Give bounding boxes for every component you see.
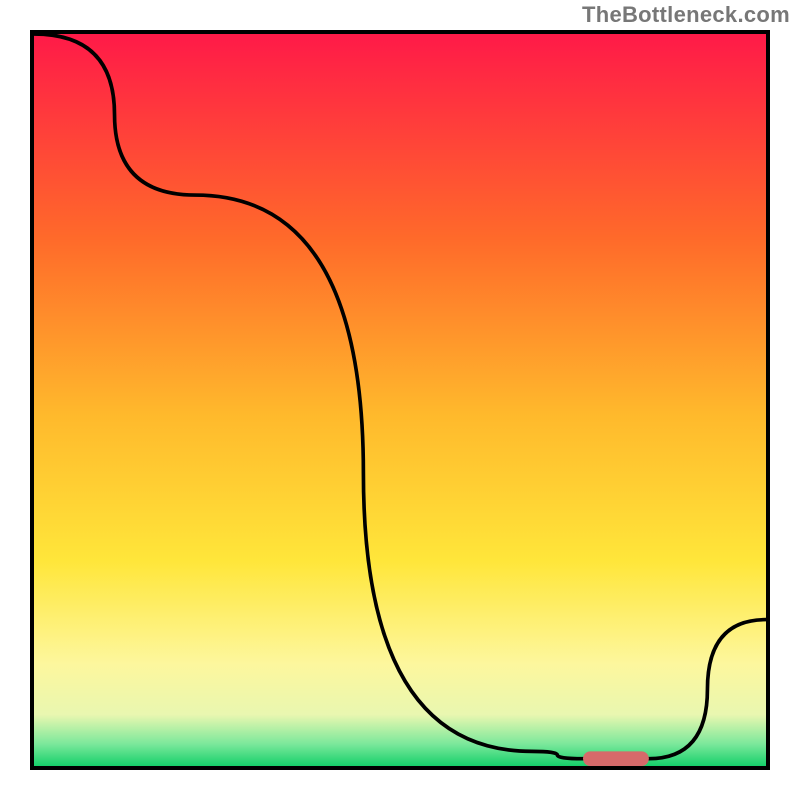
plot-area [30,30,770,770]
chart-container: TheBottleneck.com [0,0,800,800]
bottleneck-curve [34,34,766,759]
watermark-text: TheBottleneck.com [582,2,790,28]
chart-overlay [34,34,766,766]
optimal-marker [583,751,649,766]
